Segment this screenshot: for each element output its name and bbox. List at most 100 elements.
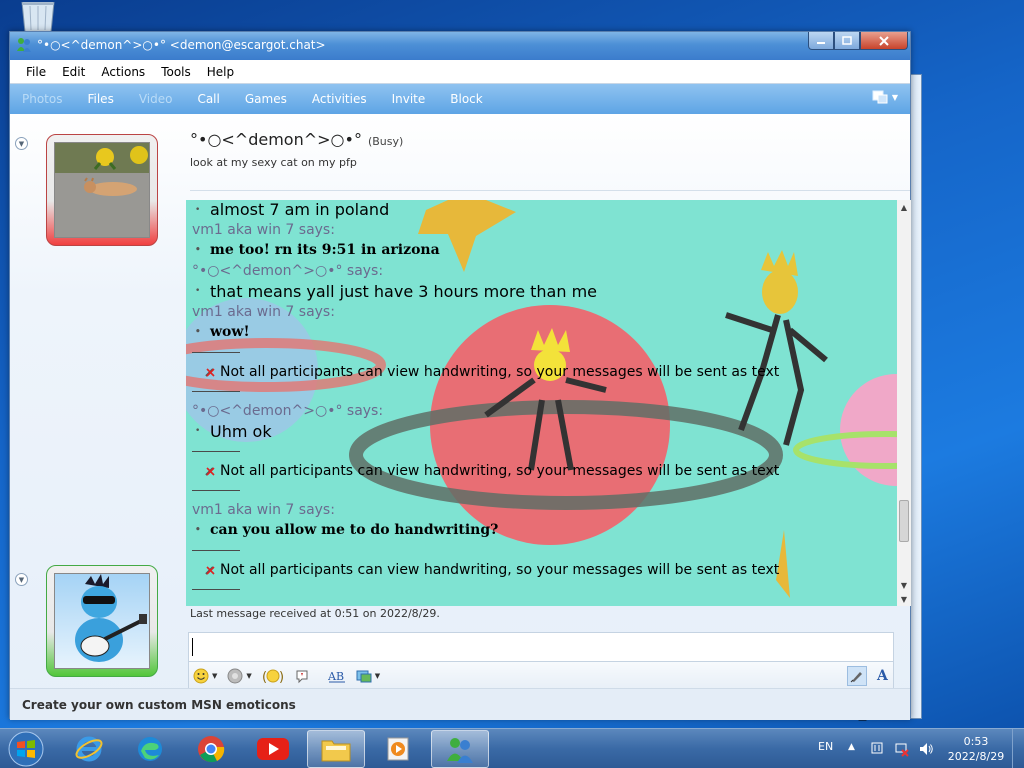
menu-tools[interactable]: Tools bbox=[153, 65, 199, 79]
input-toolbar: ▼ ▼ () AB ▼ A bbox=[188, 662, 894, 690]
contact-avatar[interactable] bbox=[46, 134, 158, 246]
last-message-info: Last message received at 0:51 on 2022/8/… bbox=[190, 607, 440, 620]
clock-date: 2022/8/29 bbox=[947, 750, 1005, 763]
taskbar-chrome[interactable] bbox=[182, 730, 240, 768]
nudge-button[interactable] bbox=[294, 668, 310, 684]
title-bar[interactable]: °•○<^demon^>○•° <demon@escargot.chat> bbox=[10, 32, 910, 60]
close-button[interactable] bbox=[860, 32, 908, 50]
handwriting-disabled-icon bbox=[205, 566, 215, 575]
text-caret bbox=[192, 638, 193, 656]
taskbar-msn-messenger[interactable] bbox=[431, 730, 489, 768]
windows-logo-icon bbox=[8, 731, 44, 767]
svg-text:AB: AB bbox=[328, 670, 344, 683]
toolbar-games[interactable]: Games bbox=[237, 92, 295, 106]
message-text: can you allow me to do handwriting? bbox=[192, 520, 892, 541]
window-title: °•○<^demon^>○•° <demon@escargot.chat> bbox=[37, 38, 326, 52]
separator bbox=[192, 352, 240, 353]
menu-help[interactable]: Help bbox=[199, 65, 242, 79]
toolbar-invite[interactable]: Invite bbox=[384, 92, 434, 106]
contact-status: (Busy) bbox=[367, 135, 404, 148]
message-sender: vm1 aka win 7 says: bbox=[192, 222, 335, 238]
collapse-own-pane-button[interactable]: ▼ bbox=[15, 573, 28, 586]
scroll-up-arrow-icon[interactable]: ▲ bbox=[897, 200, 911, 214]
message-sender: °•○<^demon^>○•° says: bbox=[192, 403, 384, 419]
message-sender: vm1 aka win 7 says: bbox=[192, 304, 335, 320]
taskbar-edge[interactable] bbox=[121, 730, 179, 768]
minimize-button[interactable] bbox=[808, 32, 834, 50]
conversation-history[interactable]: almost 7 am in poland vm1 aka win 7 says… bbox=[186, 200, 911, 606]
text-a-icon: A bbox=[876, 668, 889, 684]
toolbar-activities[interactable]: Activities bbox=[304, 92, 375, 106]
start-button[interactable] bbox=[4, 730, 48, 768]
message-text: wow! bbox=[192, 322, 892, 343]
scroll-bottom-arrow-icon[interactable]: ▼ bbox=[897, 592, 911, 606]
background-button[interactable]: ▼ bbox=[356, 668, 380, 684]
header-divider bbox=[190, 190, 910, 191]
input-language-indicator[interactable]: EN bbox=[818, 740, 833, 753]
pen-icon bbox=[850, 672, 862, 683]
smiley-icon bbox=[193, 668, 209, 683]
show-hidden-icons-arrow[interactable]: ▲ bbox=[848, 742, 855, 752]
chevron-down-icon: ▼ bbox=[246, 671, 252, 680]
status-strip: Create your own custom MSN emoticons bbox=[10, 688, 910, 720]
menu-actions[interactable]: Actions bbox=[93, 65, 153, 79]
show-desktop-button[interactable] bbox=[1012, 729, 1024, 768]
taskbar-file-explorer[interactable] bbox=[307, 730, 365, 768]
background-picture-icon bbox=[356, 670, 372, 682]
contact-name[interactable]: °•○<^demon^>○•° (Busy) bbox=[190, 130, 403, 149]
volume-icon[interactable] bbox=[918, 741, 934, 757]
menu-file[interactable]: File bbox=[18, 65, 54, 79]
handwriting-mode-button[interactable] bbox=[847, 666, 867, 686]
toolbar-video[interactable]: Video bbox=[131, 92, 181, 106]
svg-text:): ) bbox=[279, 670, 284, 684]
message-text: Uhm ok bbox=[192, 421, 892, 442]
own-avatar[interactable] bbox=[46, 565, 158, 677]
message-sender: °•○<^demon^>○•° says: bbox=[192, 263, 384, 279]
msn-buddy-icon bbox=[447, 738, 473, 763]
scroll-thumb[interactable] bbox=[899, 500, 909, 542]
nudge-icon bbox=[296, 670, 308, 683]
handwriting-disabled-icon bbox=[205, 368, 215, 377]
toolbar-call[interactable]: Call bbox=[189, 92, 227, 106]
network-disconnected-icon[interactable] bbox=[894, 741, 910, 757]
font-style-icon: AB bbox=[328, 670, 345, 683]
folder-icon bbox=[321, 740, 351, 762]
wink-button[interactable]: () bbox=[262, 668, 284, 684]
system-notice: Not all participants can view handwritin… bbox=[192, 461, 892, 481]
chevron-down-icon: ▼ bbox=[891, 92, 898, 102]
message-input[interactable] bbox=[188, 632, 894, 662]
custom-emoticons-link[interactable]: Create your own custom MSN emoticons bbox=[22, 698, 296, 712]
taskbar-clock[interactable]: 0:53 2022/8/29 bbox=[946, 734, 1006, 764]
system-notice: Not all participants can view handwritin… bbox=[192, 560, 892, 580]
layout-menu-button[interactable]: ▼ bbox=[872, 90, 898, 104]
taskbar: EN ▲ 0:53 2022/8/29 bbox=[0, 728, 1024, 768]
youtube-icon bbox=[257, 738, 289, 760]
taskbar-internet-explorer[interactable] bbox=[60, 730, 118, 768]
emoticon-button[interactable]: ▼ bbox=[193, 668, 217, 684]
taskbar-youtube[interactable] bbox=[244, 730, 302, 768]
toolbar-block[interactable]: Block bbox=[442, 92, 490, 106]
action-center-icon[interactable] bbox=[870, 741, 886, 757]
scroll-down-arrow-icon[interactable]: ▼ bbox=[897, 578, 911, 592]
maximize-button[interactable] bbox=[834, 32, 860, 50]
conversation-toolbar: Photos Files Video Call Games Activities… bbox=[10, 84, 910, 114]
conversation-scrollbar[interactable]: ▲ ▼ ▼ bbox=[897, 200, 911, 606]
menu-bar: File Edit Actions Tools Help bbox=[10, 60, 910, 84]
message-text: that means yall just have 3 hours more t… bbox=[192, 281, 892, 302]
system-notice-text: Not all participants can view handwritin… bbox=[220, 364, 780, 380]
text-mode-button[interactable]: A bbox=[875, 667, 891, 686]
taskbar-media-player[interactable] bbox=[369, 730, 427, 768]
message-text: me too! rn its 9:51 in arizona bbox=[192, 240, 892, 261]
chevron-down-icon: ▼ bbox=[212, 671, 218, 680]
separator bbox=[192, 490, 240, 491]
contact-display-name: °•○<^demon^>○•° bbox=[190, 130, 362, 149]
voice-clip-button[interactable]: ▼ bbox=[227, 668, 252, 684]
conversation-window: °•○<^demon^>○•° <demon@escargot.chat> Fi… bbox=[9, 31, 911, 721]
menu-edit[interactable]: Edit bbox=[54, 65, 93, 79]
font-button[interactable]: AB bbox=[328, 668, 346, 684]
toolbar-photos[interactable]: Photos bbox=[14, 92, 70, 106]
collapse-contact-pane-button[interactable]: ▼ bbox=[15, 137, 28, 150]
toolbar-files[interactable]: Files bbox=[79, 92, 121, 106]
edge-icon bbox=[138, 737, 162, 761]
contact-picture-cat bbox=[54, 142, 150, 238]
